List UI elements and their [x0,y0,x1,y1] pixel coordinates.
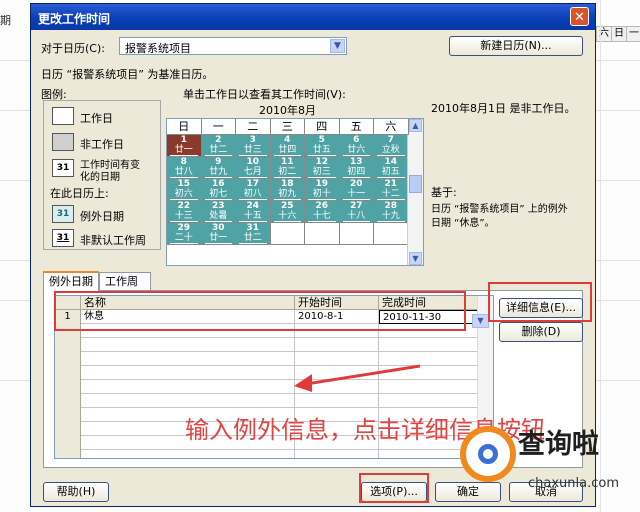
watermark-logo-icon [460,426,516,482]
watermark-title: 查询啦 [518,429,599,460]
arrow-head-icon [294,374,312,392]
arrow-shaft [305,364,421,386]
magnifier-icon [478,444,498,464]
watermark-url: chaxunla.com [528,476,619,491]
